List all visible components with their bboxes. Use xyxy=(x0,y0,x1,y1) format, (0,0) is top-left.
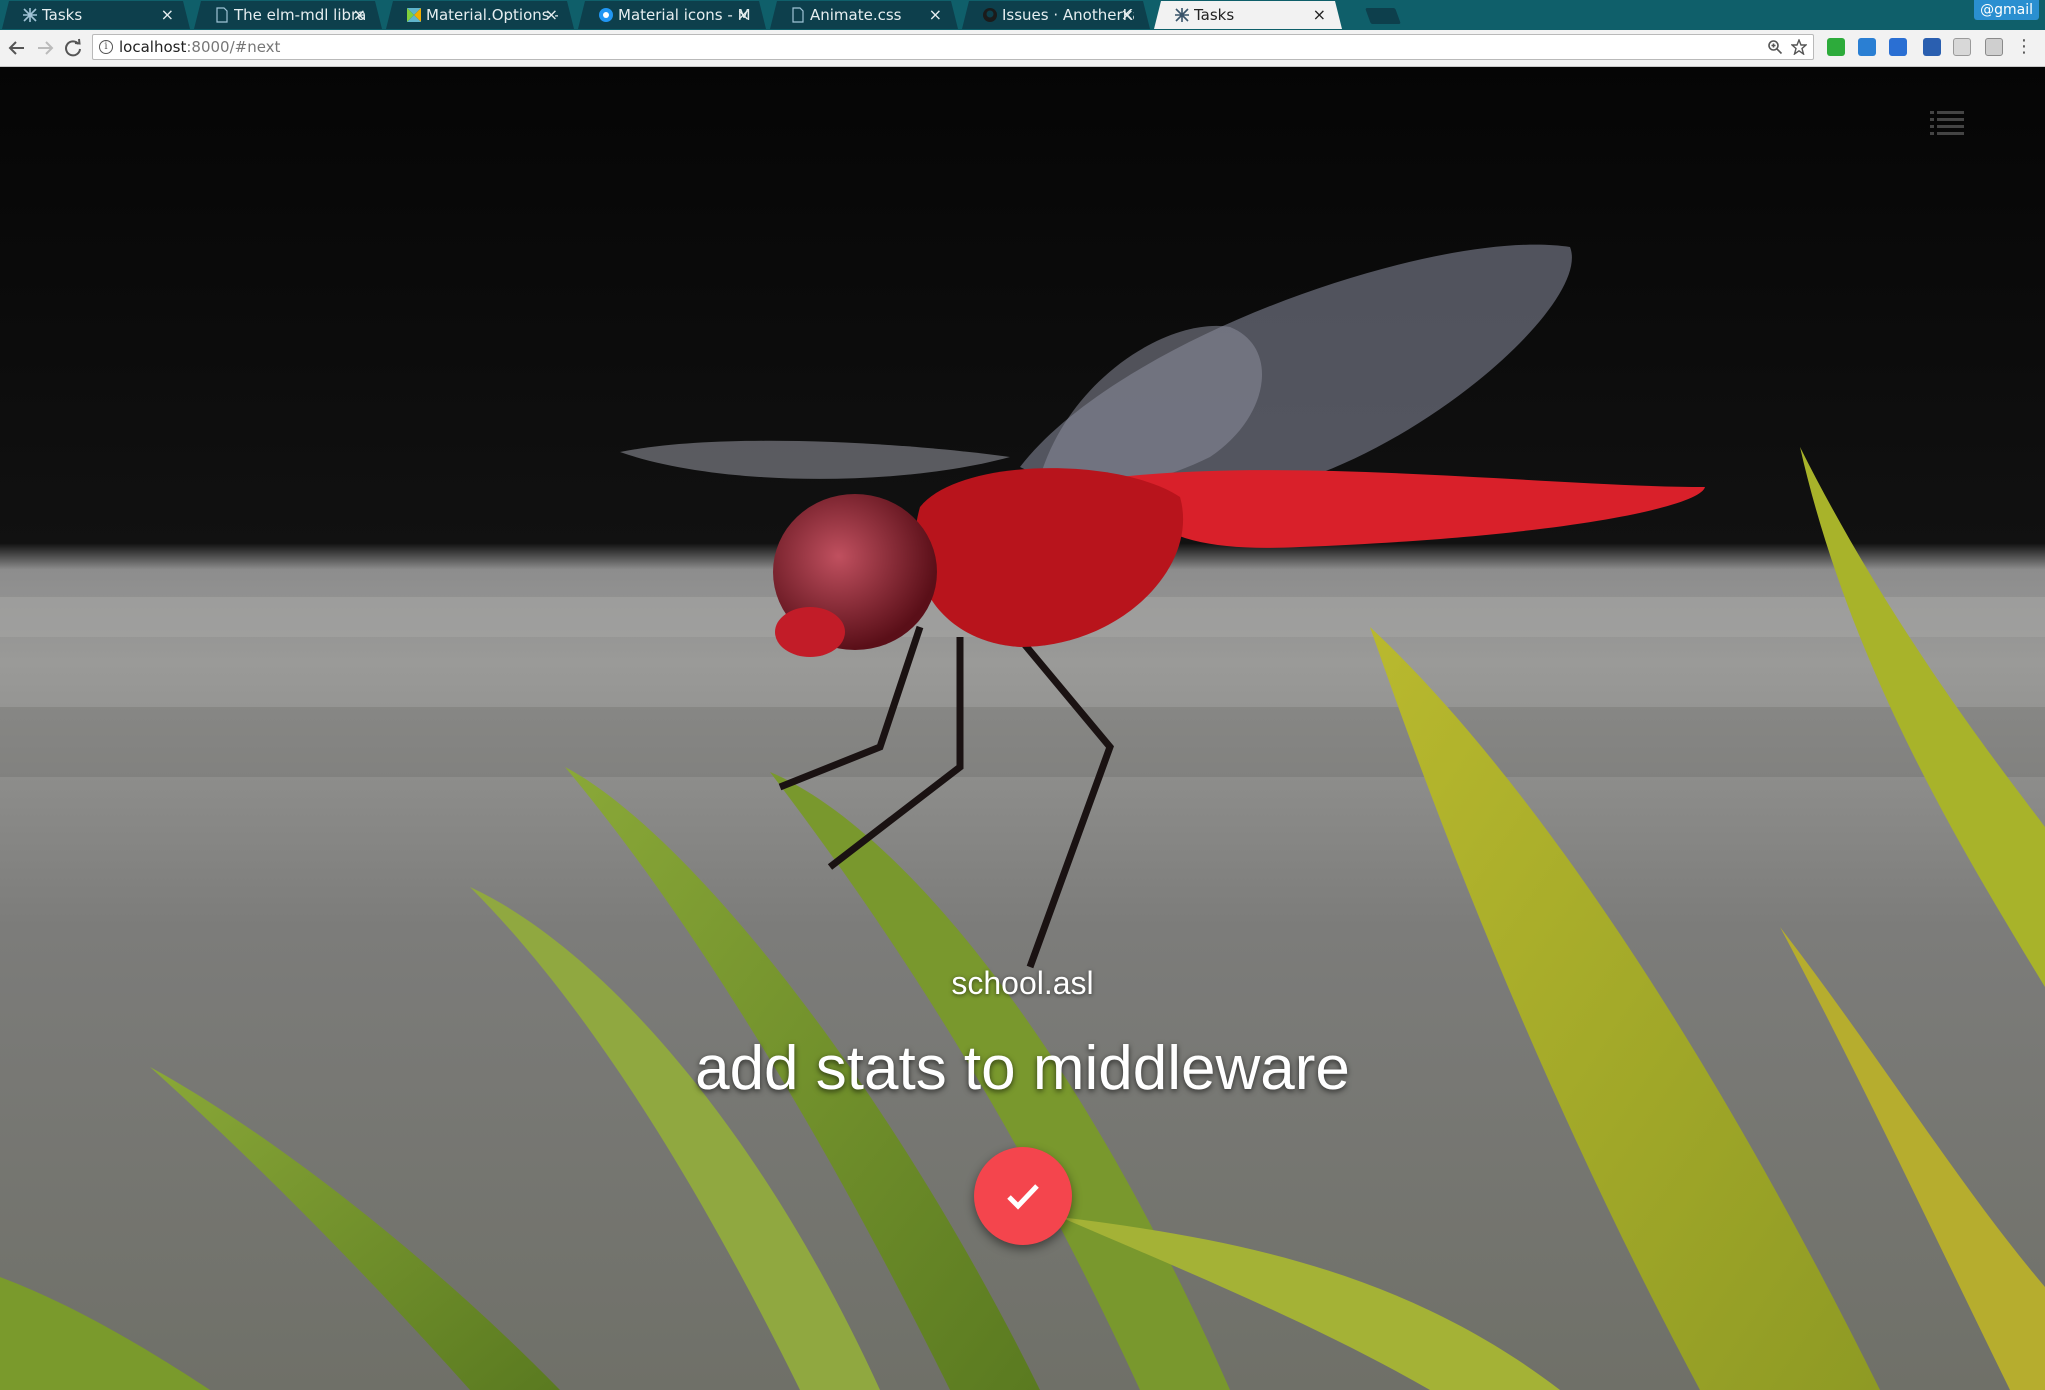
task-page: school.asl add stats to middleware xyxy=(0,67,2045,1390)
tab-tasks-1[interactable]: Tasks × xyxy=(2,1,190,29)
tab-title: Issues · AnotherKan xyxy=(1002,6,1133,24)
tab-title: Tasks xyxy=(1194,6,1235,24)
back-button[interactable] xyxy=(5,36,29,60)
info-icon[interactable]: i xyxy=(99,40,113,54)
check-icon xyxy=(1007,1184,1039,1210)
close-icon[interactable]: × xyxy=(1121,1,1134,29)
tab-tasks-active[interactable]: Tasks × xyxy=(1154,1,1342,29)
star-icon[interactable] xyxy=(1791,39,1807,55)
close-icon[interactable]: × xyxy=(929,1,942,29)
close-icon[interactable]: × xyxy=(737,1,750,29)
url-text: localhost:8000/#next xyxy=(119,35,280,59)
tab-title: Tasks xyxy=(42,6,83,24)
tab-material-icons[interactable]: Material icons - Mat × xyxy=(578,1,766,29)
tab-title: Material.Options - el xyxy=(426,6,550,24)
zoom-icon[interactable] xyxy=(1767,39,1783,55)
github-icon xyxy=(982,7,998,23)
reload-icon xyxy=(65,38,81,57)
url-path: :8000/#next xyxy=(186,38,281,56)
elm-logo-icon xyxy=(406,7,422,23)
new-tab-button[interactable] xyxy=(1365,8,1401,24)
tab-animate-css[interactable]: Animate.css × xyxy=(770,1,958,29)
forward-button[interactable] xyxy=(33,36,57,60)
project-label: school.asl xyxy=(951,965,1094,1001)
mark-done-button[interactable] xyxy=(974,1147,1072,1245)
reload-button[interactable] xyxy=(61,36,85,60)
grid-logo-icon xyxy=(1174,7,1190,23)
address-bar[interactable]: i localhost:8000/#next xyxy=(92,34,1814,60)
tab-title: Animate.css xyxy=(810,6,902,24)
grid-logo-icon xyxy=(22,7,38,23)
url-host: localhost xyxy=(119,38,187,56)
calendar-extension-icon[interactable] xyxy=(1889,38,1907,56)
copy-extension-icon[interactable] xyxy=(1953,38,1971,56)
tab-material-options[interactable]: Material.Options - el × xyxy=(386,1,574,29)
close-icon[interactable]: × xyxy=(545,1,558,29)
material-logo-icon xyxy=(598,7,614,23)
arrow-right-icon xyxy=(38,41,54,55)
tab-issues[interactable]: Issues · AnotherKan × xyxy=(962,1,1150,29)
evernote-extension-icon[interactable] xyxy=(1827,38,1845,56)
tab-title: Material icons - Mat xyxy=(618,6,750,24)
task-title: add stats to middleware xyxy=(695,1034,1350,1103)
close-icon[interactable]: × xyxy=(161,1,174,29)
page-icon xyxy=(214,7,230,23)
tab-elm-mdl[interactable]: The elm-mdl library × xyxy=(194,1,382,29)
list-icon[interactable] xyxy=(1930,109,1964,135)
grid-extension-icon[interactable] xyxy=(1923,38,1941,56)
page-icon xyxy=(790,7,806,23)
arrow-left-icon xyxy=(8,41,24,55)
browser-toolbar: i localhost:8000/#next ⋮ xyxy=(0,30,2045,67)
browser-menu-icon[interactable]: ⋮ xyxy=(2015,34,2033,60)
profile-badge[interactable]: @gmail xyxy=(1974,0,2039,20)
notion-extension-icon[interactable] xyxy=(1985,38,2003,56)
tab-strip: Tasks × The elm-mdl library × Material.O… xyxy=(0,0,2045,30)
mail-extension-icon[interactable] xyxy=(1858,38,1876,56)
close-icon[interactable]: × xyxy=(1313,1,1326,29)
tab-title: The elm-mdl library xyxy=(234,6,366,24)
close-icon[interactable]: × xyxy=(353,1,366,29)
